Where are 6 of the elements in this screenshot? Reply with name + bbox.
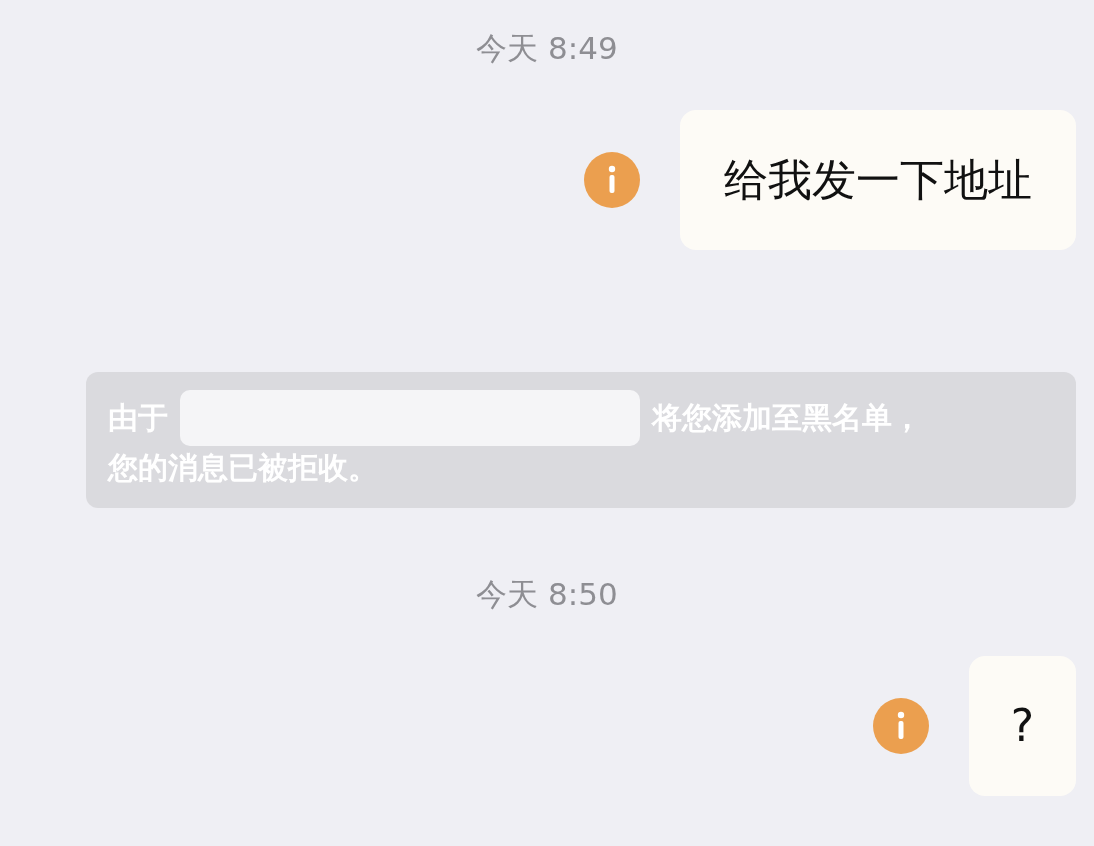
error-icon[interactable]	[872, 698, 929, 754]
timestamp: 今天 8:49	[476, 29, 618, 68]
timestamp: 今天 8:50	[476, 575, 618, 614]
error-icon[interactable]	[584, 152, 640, 208]
message-bubble: ?	[968, 656, 1076, 796]
message-bubble: 给我发一下地址	[680, 110, 1076, 250]
